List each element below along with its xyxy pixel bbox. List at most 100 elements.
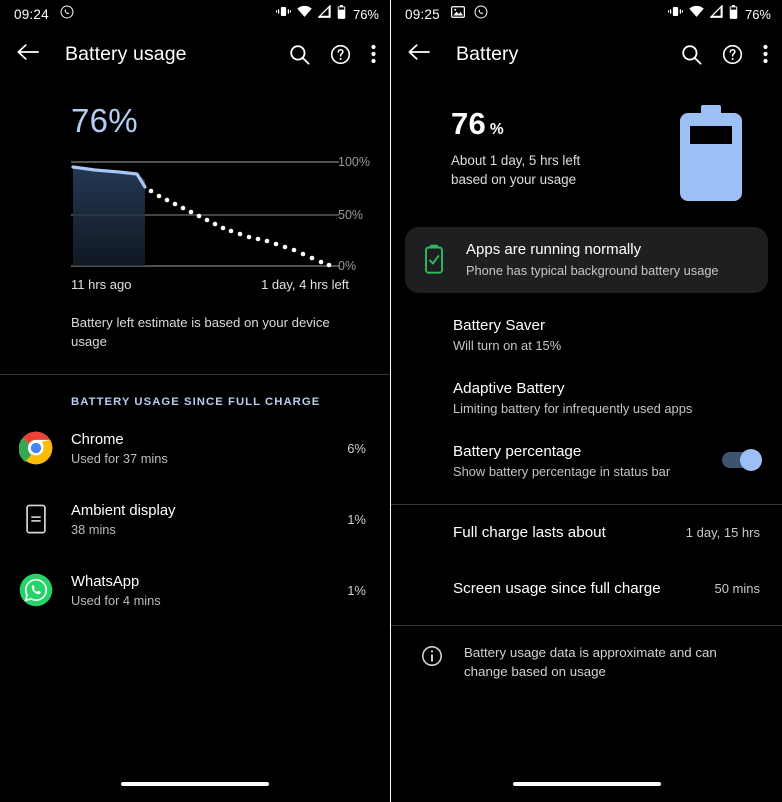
app-name: Chrome (71, 431, 347, 449)
battery-history-chart: 100% 50% 0% (0, 158, 390, 268)
battery-usage-section-header: BATTERY USAGE SINCE FULL CHARGE (71, 396, 390, 408)
status-bar-notification-icons (60, 5, 74, 24)
setting-text: Adaptive Battery Limiting battery for in… (453, 379, 760, 416)
stat-title: Full charge lasts about (453, 523, 672, 542)
stat-full-charge-lasts[interactable]: Full charge lasts about 1 day, 15 hrs (391, 505, 782, 561)
battery-large-icon (677, 105, 745, 206)
battery-summary-text: 76% About 1 day, 5 hrs left based on you… (451, 102, 677, 190)
list-item-text: Chrome Used for 37 mins (71, 431, 347, 466)
stat-value: 50 mins (714, 581, 760, 596)
status-bar-battery-percent: 76% (745, 7, 771, 22)
app-usage-time: 38 mins (71, 522, 347, 537)
battery-level-headline: 76% (71, 102, 390, 140)
status-bar-system-icons: 76% (276, 5, 379, 24)
chart-y-axis: 100% 50% 0% (338, 151, 390, 261)
chart-x-axis: 11 hrs ago 1 day, 4 hrs left (71, 277, 349, 292)
chrome-icon (18, 430, 54, 466)
home-gesture-pill[interactable] (121, 782, 269, 786)
setting-battery-percentage[interactable]: Battery percentage Show battery percenta… (391, 429, 782, 492)
wifi-icon (297, 5, 312, 23)
x-label-start: 11 hrs ago (71, 277, 131, 292)
app-usage-time: Used for 4 mins (71, 593, 347, 608)
phone-screen-battery-usage: 09:24 76% (0, 0, 391, 802)
y-tick-50: 50% (338, 208, 363, 222)
search-icon[interactable] (289, 44, 310, 65)
y-tick-0: 0% (338, 259, 356, 273)
stat-text: Full charge lasts about (453, 523, 672, 542)
vibrate-icon (276, 5, 291, 23)
stat-value: 1 day, 15 hrs (686, 525, 760, 540)
status-bar: 09:25 (391, 0, 782, 28)
list-item[interactable]: Ambient display 38 mins 1% (0, 488, 390, 550)
list-item-text: Ambient display 38 mins (71, 502, 347, 537)
setting-subtitle: Will turn on at 15% (453, 338, 760, 353)
app-battery-percent: 1% (347, 512, 366, 527)
wifi-icon (689, 5, 704, 23)
stat-text: Screen usage since full charge (453, 579, 700, 598)
battery-time-line2: based on your usage (451, 170, 677, 189)
y-tick-100: 100% (338, 155, 370, 169)
status-bar-battery-percent: 76% (353, 7, 379, 22)
home-gesture-pill[interactable] (513, 782, 661, 786)
image-icon (451, 5, 465, 23)
battery-status-subtitle: Phone has typical background battery usa… (466, 263, 719, 278)
status-bar-notification-icons (451, 5, 488, 24)
app-bar: Battery (391, 28, 782, 80)
back-arrow-icon[interactable] (408, 43, 430, 66)
list-item[interactable]: Chrome Used for 37 mins 6% (0, 417, 390, 479)
battery-summary: 76% About 1 day, 5 hrs left based on you… (391, 80, 782, 206)
page-title: Battery usage (65, 43, 187, 66)
battery-percent-value: 76 (451, 106, 486, 141)
section-divider (0, 374, 390, 375)
app-name: WhatsApp (71, 573, 347, 591)
overflow-menu-icon[interactable] (763, 44, 768, 64)
stat-screen-usage[interactable]: Screen usage since full charge 50 mins (391, 561, 782, 617)
battery-icon (729, 5, 738, 24)
overflow-menu-icon[interactable] (371, 44, 376, 64)
whatsapp-icon (18, 572, 54, 608)
status-bar-system-icons: 76% (668, 5, 771, 24)
battery-status-card-text: Apps are running normally Phone has typi… (466, 241, 719, 278)
info-icon (413, 643, 451, 667)
app-bar: Battery usage (0, 28, 390, 80)
app-battery-percent: 6% (347, 441, 366, 456)
setting-text: Battery percentage Show battery percenta… (453, 442, 722, 479)
list-item[interactable]: WhatsApp Used for 4 mins 1% (0, 559, 390, 621)
disclaimer-text: Battery usage data is approximate and ca… (464, 643, 756, 682)
battery-data-disclaimer: Battery usage data is approximate and ca… (391, 626, 782, 682)
battery-percent-large: 76% (451, 106, 677, 142)
setting-subtitle: Limiting battery for infrequently used a… (453, 401, 760, 416)
x-label-end: 1 day, 4 hrs left (261, 277, 349, 292)
battery-time-remaining: About 1 day, 5 hrs left based on your us… (451, 151, 677, 190)
setting-title: Battery Saver (453, 316, 760, 335)
setting-title: Battery percentage (453, 442, 722, 461)
battery-percentage-toggle[interactable] (722, 452, 760, 468)
back-arrow-icon[interactable] (17, 43, 39, 66)
battery-icon (337, 5, 346, 24)
app-usage-time: Used for 37 mins (71, 451, 347, 466)
battery-status-card[interactable]: Apps are running normally Phone has typi… (405, 227, 768, 293)
signal-icon (318, 5, 331, 23)
setting-adaptive-battery[interactable]: Adaptive Battery Limiting battery for in… (391, 366, 782, 429)
phone-screen-battery: 09:25 (391, 0, 782, 802)
battery-check-icon (415, 244, 453, 274)
navigation-bar (0, 766, 390, 802)
signal-icon (710, 5, 723, 23)
setting-subtitle: Show battery percentage in status bar (453, 464, 722, 479)
help-icon[interactable] (330, 44, 351, 65)
setting-battery-saver[interactable]: Battery Saver Will turn on at 15% (391, 303, 782, 366)
whatsapp-icon (474, 5, 488, 24)
percent-unit: % (490, 121, 504, 138)
help-icon[interactable] (722, 44, 743, 65)
app-battery-percent: 1% (347, 583, 366, 598)
chart-line-projected (149, 189, 332, 268)
stat-title: Screen usage since full charge (453, 579, 700, 598)
search-icon[interactable] (681, 44, 702, 65)
ambient-display-icon (18, 501, 54, 537)
status-bar: 09:24 76% (0, 0, 390, 28)
setting-title: Adaptive Battery (453, 379, 760, 398)
battery-time-line1: About 1 day, 5 hrs left (451, 151, 677, 170)
vibrate-icon (668, 5, 683, 23)
status-bar-clock: 09:25 (405, 7, 440, 22)
screenshot-pair: 09:24 76% (0, 0, 782, 802)
